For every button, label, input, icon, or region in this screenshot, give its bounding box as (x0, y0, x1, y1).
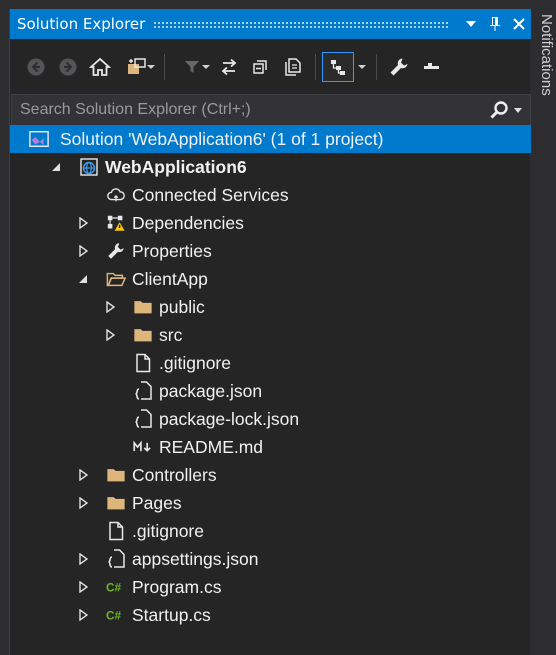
tree-item-label: README.md (159, 436, 264, 457)
pin-icon[interactable] (483, 12, 507, 36)
toolbar-separator (315, 54, 316, 80)
back-icon[interactable] (20, 52, 52, 82)
tree-item[interactable]: .gitignore (10, 517, 531, 545)
title-bar[interactable]: Solution Explorer (10, 9, 531, 39)
folder-open-icon (106, 269, 126, 289)
properties-wrench-icon[interactable] (383, 52, 415, 82)
tree-item[interactable]: .gitignore (10, 349, 531, 377)
tree-item[interactable]: ClientApp (10, 265, 531, 293)
tree-item-label: package.json (159, 380, 263, 401)
csharp-file-icon: C# (106, 577, 126, 597)
expand-arrow-icon[interactable] (78, 553, 88, 565)
tree-item-label: Connected Services (132, 184, 289, 205)
pending-changes-filter-icon[interactable] (171, 52, 213, 82)
sync-with-active-document-icon[interactable] (213, 52, 245, 82)
expand-arrow-icon[interactable] (78, 245, 88, 257)
toolbar-separator (164, 54, 165, 80)
cloud-icon (106, 185, 126, 205)
tree-item-label: Controllers (132, 464, 217, 485)
json-file-icon (133, 409, 153, 429)
folder-icon (106, 493, 126, 513)
tree-item[interactable]: src (10, 321, 531, 349)
folder-icon (133, 325, 153, 345)
show-all-files-icon[interactable] (277, 52, 309, 82)
tree-item[interactable]: public (10, 293, 531, 321)
tree-item-label: WebApplication6 (105, 156, 247, 177)
notifications-side-tab[interactable]: Notifications (536, 0, 556, 655)
search-icon[interactable] (484, 100, 514, 120)
minimize-panel-icon[interactable] (415, 52, 447, 82)
solution-explorer-panel: Solution Explorer Search Solution Explor… (9, 9, 531, 655)
wrench-icon (106, 241, 126, 261)
tree-item[interactable]: C# Startup.cs (10, 601, 531, 629)
dependencies-icon (106, 213, 126, 233)
solution-tree: Solution 'WebApplication6' (1 of 1 proje… (10, 125, 531, 629)
expand-arrow-icon[interactable] (78, 581, 88, 593)
tree-item-label: Dependencies (132, 212, 244, 233)
preview-dropdown-button[interactable] (354, 52, 370, 82)
expand-arrow-icon[interactable] (78, 469, 88, 481)
preview-selected-items-icon[interactable] (322, 52, 354, 82)
folder-icon (133, 297, 153, 317)
svg-text:C#: C# (106, 581, 122, 595)
expand-arrow-icon[interactable] (105, 301, 115, 313)
toolbar-separator (376, 54, 377, 80)
collapse-arrow-icon[interactable] (51, 161, 61, 173)
tree-item-label: src (159, 324, 183, 345)
tree-item[interactable]: Controllers (10, 461, 531, 489)
collapse-all-icon[interactable] (245, 52, 277, 82)
file-icon (106, 521, 126, 541)
tree-item[interactable]: package.json (10, 377, 531, 405)
notifications-tab-label: Notifications (538, 14, 555, 96)
csharp-file-icon: C# (106, 605, 126, 625)
tree-item-label: .gitignore (132, 520, 204, 541)
toolbar (10, 47, 531, 87)
drag-grip[interactable] (153, 20, 449, 28)
tree-item[interactable]: Dependencies (10, 209, 531, 237)
search-box[interactable] (11, 94, 531, 126)
tree-item-label: Properties (132, 240, 212, 261)
tree-item[interactable]: appsettings.json (10, 545, 531, 573)
tree-item-label: Pages (132, 492, 182, 513)
web-project-icon (79, 157, 99, 177)
tree-item-label: ClientApp (132, 268, 208, 289)
file-icon (133, 353, 153, 373)
tree-item[interactable]: Solution 'WebApplication6' (1 of 1 proje… (10, 125, 531, 153)
tree-item[interactable]: package-lock.json (10, 405, 531, 433)
expand-arrow-icon[interactable] (105, 329, 115, 341)
json-file-icon (133, 381, 153, 401)
forward-icon[interactable] (52, 52, 84, 82)
search-input[interactable] (12, 95, 484, 125)
collapse-arrow-icon[interactable] (78, 273, 88, 285)
close-icon[interactable] (507, 12, 531, 36)
tree-item[interactable]: WebApplication6 (10, 153, 531, 181)
tree-item-label: appsettings.json (132, 548, 259, 569)
tree-item[interactable]: Pages (10, 489, 531, 517)
tree-item[interactable]: Properties (10, 237, 531, 265)
switch-views-icon[interactable] (116, 52, 158, 82)
expand-arrow-icon[interactable] (78, 497, 88, 509)
tree-item-label: Startup.cs (132, 604, 211, 625)
expand-arrow-icon[interactable] (78, 217, 88, 229)
tree-item-label: .gitignore (159, 352, 231, 373)
search-options-dropdown-icon[interactable] (514, 107, 522, 113)
home-icon[interactable] (84, 52, 116, 82)
tree-item-label: package-lock.json (159, 408, 300, 429)
tree-item-label: public (159, 296, 205, 317)
panel-title: Solution Explorer (17, 15, 146, 33)
window-position-dropdown-button[interactable] (459, 12, 483, 36)
solution-icon (29, 129, 49, 149)
expand-arrow-icon[interactable] (78, 609, 88, 621)
markdown-icon (133, 437, 153, 457)
folder-icon (106, 465, 126, 485)
tree-item-label: Solution 'WebApplication6' (1 of 1 proje… (60, 128, 384, 149)
tree-item-label: Program.cs (132, 576, 222, 597)
json-file-icon (106, 549, 126, 569)
tree-item[interactable]: Connected Services (10, 181, 531, 209)
tree-item[interactable]: C# Program.cs (10, 573, 531, 601)
tree-item[interactable]: README.md (10, 433, 531, 461)
svg-text:C#: C# (106, 609, 122, 623)
